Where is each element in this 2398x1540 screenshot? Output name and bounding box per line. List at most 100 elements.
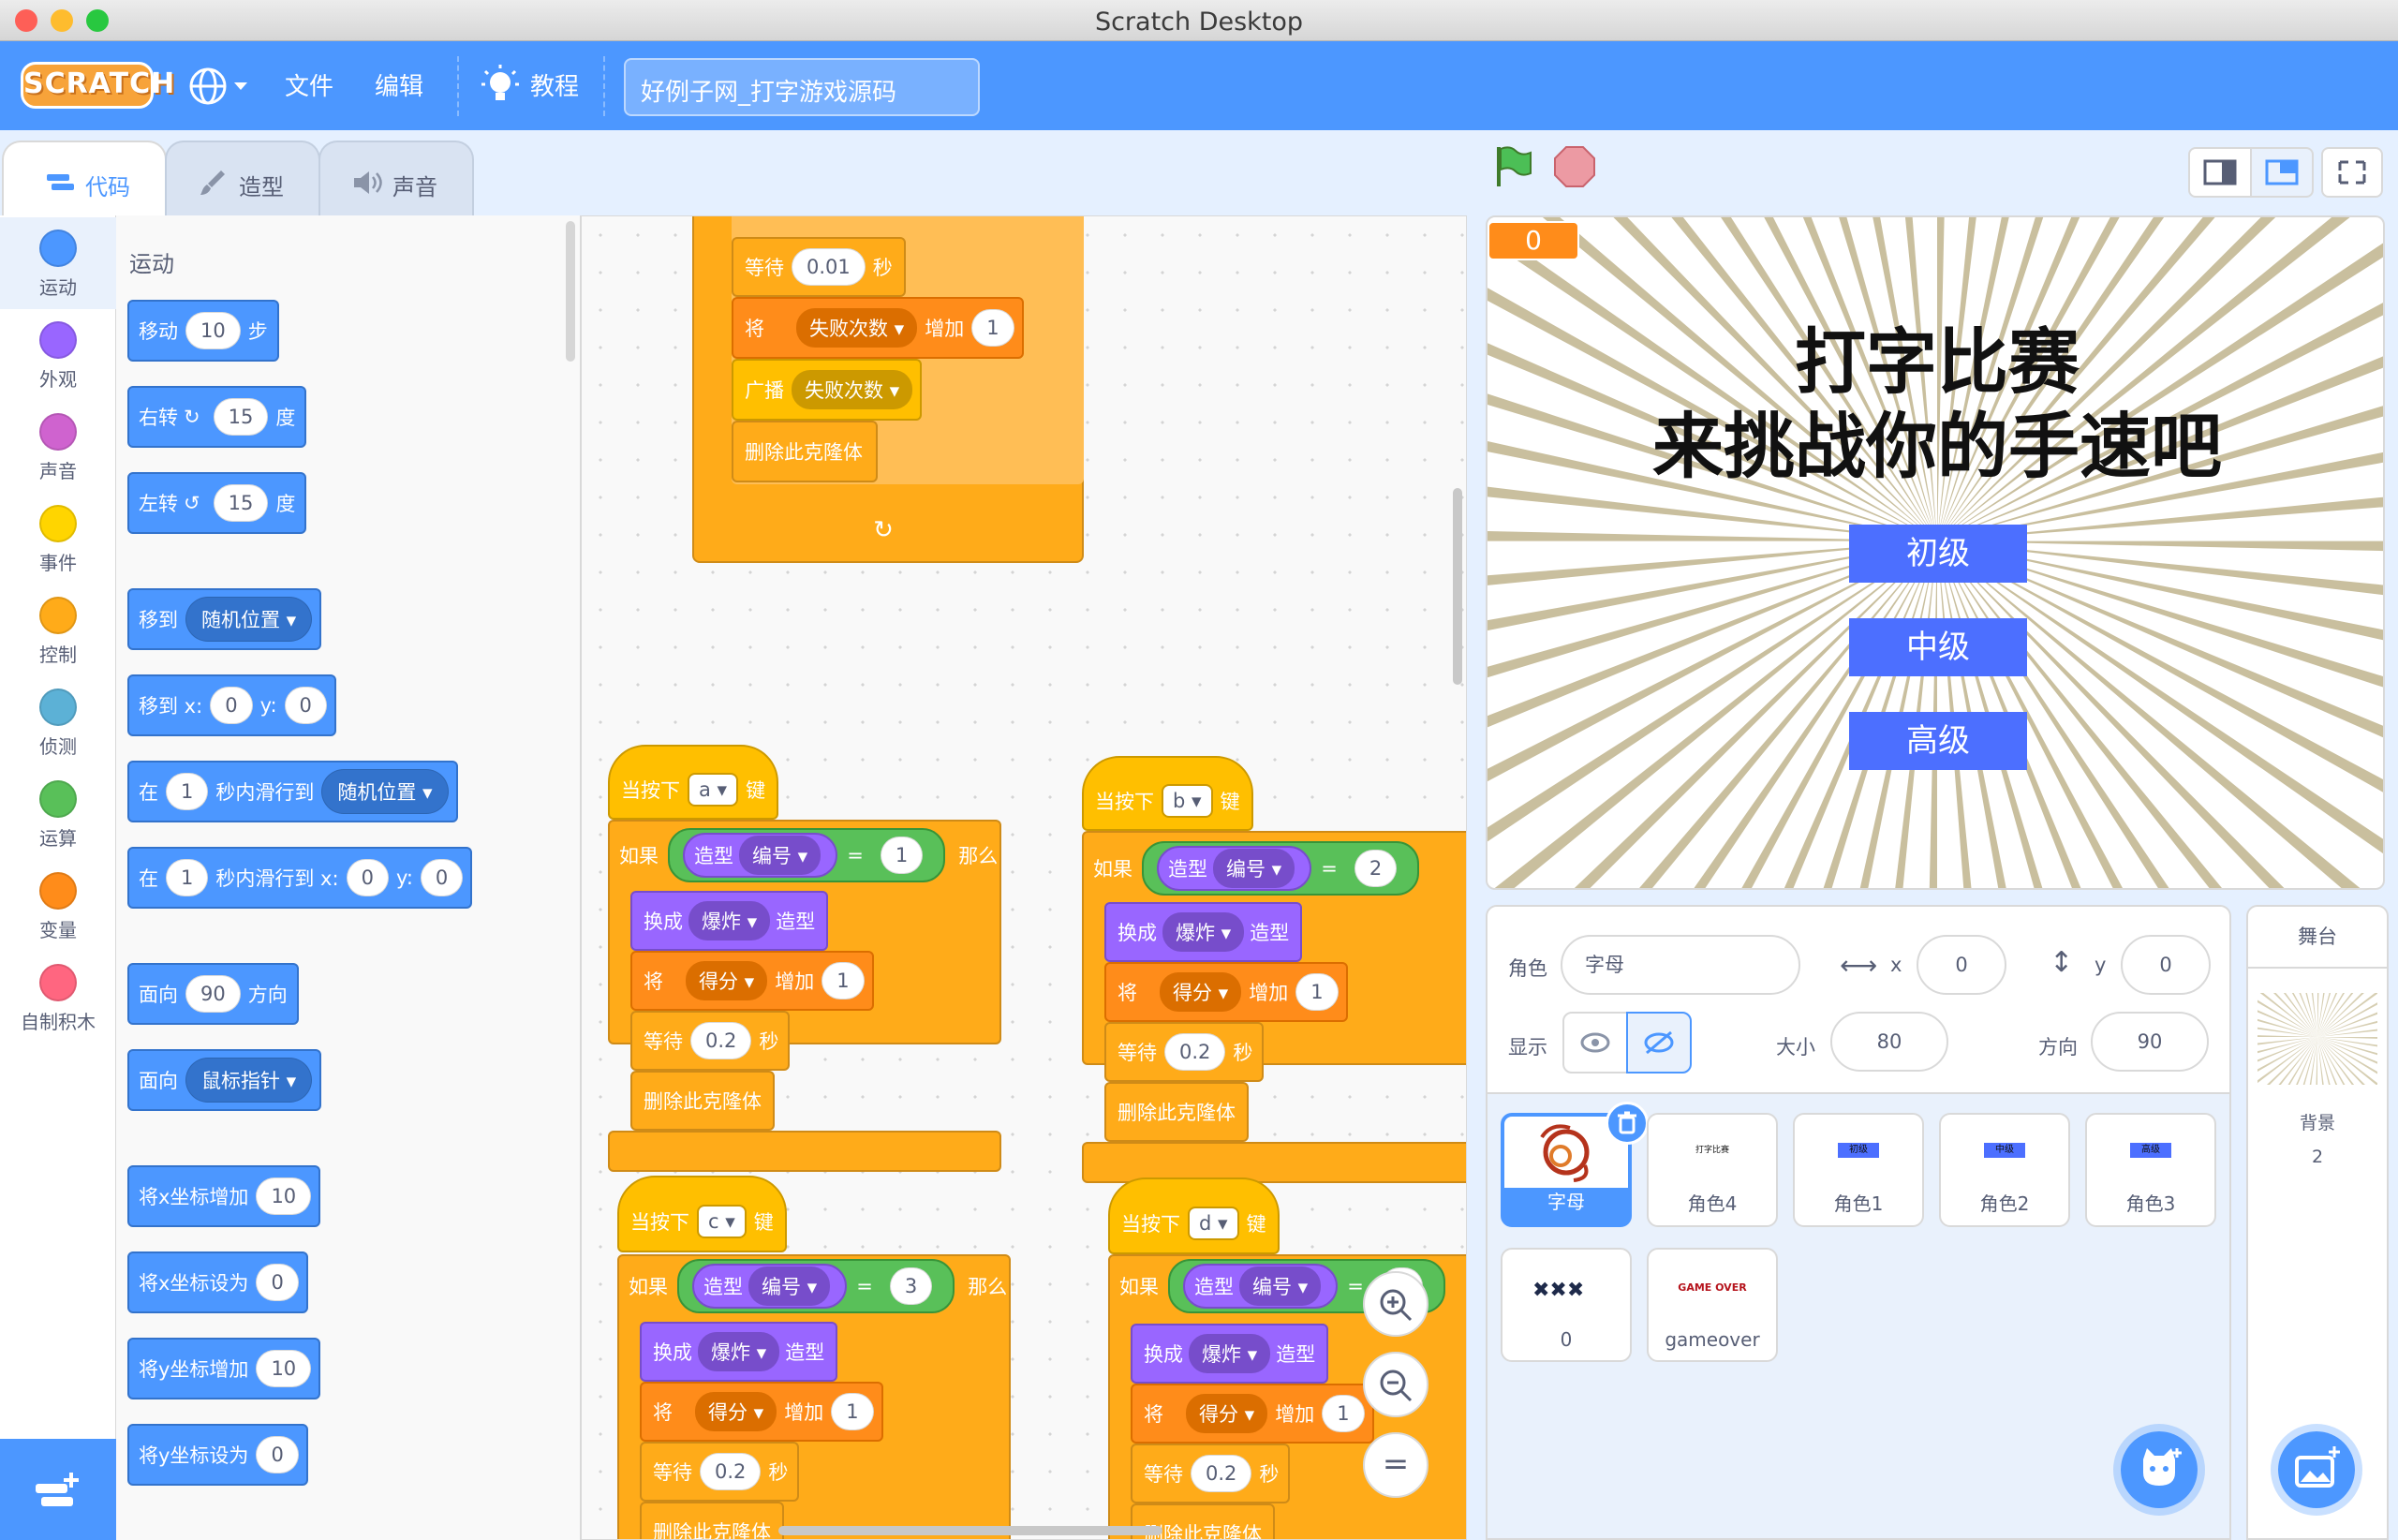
costume-dropdown[interactable]: 爆炸 ▾ bbox=[1189, 1334, 1271, 1373]
costume-dropdown[interactable]: 爆炸 ▾ bbox=[1162, 912, 1245, 952]
costume-attr-dropdown[interactable]: 编号 ▾ bbox=[748, 1266, 831, 1306]
block-delete-clone[interactable]: 删除此克隆体 bbox=[640, 1502, 784, 1539]
equals-operator[interactable]: 造型 编号 ▾ = 2 bbox=[1142, 841, 1420, 896]
value-input[interactable]: 0 bbox=[256, 1264, 299, 1301]
sprite-tile-1[interactable]: 初级 角色1 bbox=[1793, 1113, 1924, 1227]
amount-input[interactable]: 1 bbox=[822, 962, 865, 1000]
category-control[interactable]: 控制 bbox=[0, 585, 116, 676]
block-go-to[interactable]: 移到 随机位置 ▾ bbox=[127, 588, 322, 650]
variable-dropdown[interactable]: 得分 ▾ bbox=[1186, 1394, 1268, 1433]
seconds-input[interactable]: 1 bbox=[166, 773, 209, 810]
sprite-name-input[interactable]: 字母 bbox=[1561, 935, 1800, 995]
seconds-input[interactable]: 0.2 bbox=[700, 1453, 762, 1490]
block-change-score[interactable]: 将得分 ▾ 增加 1 bbox=[630, 951, 874, 1011]
point-target-dropdown[interactable]: 鼠标指针 ▾ bbox=[185, 1058, 313, 1103]
seconds-input[interactable]: 0.01 bbox=[792, 248, 866, 286]
block-change-x[interactable]: 将x坐标增加 10 bbox=[127, 1165, 321, 1227]
block-wait[interactable]: 等待 0.2 秒 bbox=[1104, 1022, 1265, 1082]
stage-canvas[interactable]: 0 打字比赛 来挑战你的手速吧 初级 中级 高级 bbox=[1486, 215, 2385, 890]
direction-input[interactable]: 90 bbox=[2091, 1012, 2209, 1072]
category-sensing[interactable]: 侦测 bbox=[0, 676, 116, 768]
vertical-scrollbar[interactable] bbox=[1453, 488, 1462, 685]
key-dropdown[interactable]: a ▾ bbox=[688, 773, 739, 807]
y-input[interactable]: 0 bbox=[420, 859, 464, 896]
when-key-pressed-d[interactable]: 当按下 d ▾ 键 bbox=[1108, 1177, 1280, 1254]
amount-input[interactable]: 1 bbox=[1295, 973, 1339, 1011]
value-input[interactable]: 10 bbox=[256, 1350, 312, 1387]
category-events[interactable]: 事件 bbox=[0, 493, 116, 585]
level-beginner-button[interactable]: 初级 bbox=[1849, 525, 2027, 583]
language-menu[interactable] bbox=[187, 64, 253, 109]
add-sprite-button[interactable] bbox=[2113, 1424, 2205, 1516]
seconds-input[interactable]: 0.2 bbox=[1191, 1455, 1252, 1492]
category-myblocks[interactable]: 自制积木 bbox=[0, 952, 116, 1044]
x-input[interactable]: 0 bbox=[210, 687, 253, 724]
tutorials-menu[interactable]: 教程 bbox=[480, 60, 583, 112]
key-dropdown[interactable]: b ▾ bbox=[1162, 784, 1213, 818]
variable-dropdown[interactable]: 得分 ▾ bbox=[686, 961, 768, 1000]
y-position-input[interactable]: 0 bbox=[2121, 935, 2211, 995]
script-workspace[interactable]: 等待 0.01 秒 将失败次数 ▾ 增加 1 广播 失败次数 ▾ 删除此克隆体 ↻ 当按下… bbox=[581, 215, 1467, 1540]
tab-code[interactable]: 代码 bbox=[2, 141, 167, 215]
seconds-input[interactable]: 0.2 bbox=[1164, 1033, 1226, 1071]
costume-attr-dropdown[interactable]: 编号 ▾ bbox=[739, 836, 822, 875]
x-input[interactable]: 0 bbox=[346, 859, 389, 896]
block-change-y[interactable]: 将y坐标增加 10 bbox=[127, 1338, 321, 1399]
block-set-x[interactable]: 将x坐标设为 0 bbox=[127, 1251, 308, 1313]
message-dropdown[interactable]: 失败次数 ▾ bbox=[792, 370, 913, 409]
variable-dropdown[interactable]: 得分 ▾ bbox=[1160, 972, 1242, 1012]
block-delete-clone[interactable]: 删除此克隆体 bbox=[1104, 1082, 1249, 1142]
block-wait[interactable]: 等待 0.2 秒 bbox=[1131, 1444, 1291, 1503]
block-switch-costume[interactable]: 换成 爆炸 ▾ 造型 bbox=[630, 891, 829, 951]
size-input[interactable]: 80 bbox=[1830, 1012, 1948, 1072]
fullscreen-button[interactable] bbox=[2321, 147, 2383, 198]
block-broadcast[interactable]: 广播 失败次数 ▾ bbox=[732, 359, 923, 421]
seconds-input[interactable]: 0.2 bbox=[690, 1022, 752, 1059]
block-change-score[interactable]: 将得分 ▾ 增加 1 bbox=[1131, 1384, 1374, 1444]
zoom-in-button[interactable] bbox=[1363, 1271, 1428, 1337]
direction-input[interactable]: 90 bbox=[185, 975, 241, 1013]
block-switch-costume[interactable]: 换成 爆炸 ▾ 造型 bbox=[1131, 1324, 1329, 1384]
sprite-tile-gameover[interactable]: GAME OVER gameover bbox=[1647, 1248, 1778, 1362]
category-sound[interactable]: 声音 bbox=[0, 401, 116, 493]
glide-target-dropdown[interactable]: 随机位置 ▾ bbox=[321, 769, 449, 814]
block-switch-costume[interactable]: 换成 爆炸 ▾ 造型 bbox=[1104, 902, 1303, 962]
palette-scrollbar[interactable] bbox=[566, 221, 575, 362]
zoom-out-button[interactable] bbox=[1363, 1352, 1428, 1417]
equals-operator[interactable]: 造型 编号 ▾ = 3 bbox=[677, 1259, 955, 1313]
block-glide-xy[interactable]: 在 1 秒内滑行到 x: 0 y: 0 bbox=[127, 847, 473, 909]
number-input[interactable]: 2 bbox=[1354, 850, 1398, 887]
amount-input[interactable]: 1 bbox=[971, 309, 1014, 347]
costume-reporter[interactable]: 造型 编号 ▾ bbox=[1157, 846, 1312, 891]
sprite-tile-3[interactable]: 高级 角色3 bbox=[2085, 1113, 2216, 1227]
block-turn-right[interactable]: 右转 ↻ 15 度 bbox=[127, 386, 307, 448]
number-input[interactable]: 1 bbox=[880, 837, 924, 874]
category-operators[interactable]: 运算 bbox=[0, 768, 116, 860]
file-menu[interactable]: 文件 bbox=[285, 67, 333, 102]
tab-sounds[interactable]: 声音 bbox=[318, 141, 474, 215]
costume-dropdown[interactable]: 爆炸 ▾ bbox=[688, 901, 771, 940]
block-change-variable[interactable]: 将 失败次数 ▾ 增加 1 bbox=[732, 297, 1024, 359]
sprite-tile-2[interactable]: 中级 角色2 bbox=[1939, 1113, 2070, 1227]
tab-costumes[interactable]: 造型 bbox=[165, 141, 320, 215]
key-dropdown[interactable]: d ▾ bbox=[1188, 1207, 1239, 1240]
large-stage-button[interactable] bbox=[2250, 147, 2314, 198]
sprite-tile-0[interactable]: ✖✖✖ 0 bbox=[1501, 1248, 1632, 1362]
costume-reporter[interactable]: 造型 编号 ▾ bbox=[1183, 1264, 1339, 1309]
block-set-y[interactable]: 将y坐标设为 0 bbox=[127, 1424, 308, 1486]
equals-operator[interactable]: 造型 编号 ▾ = 1 bbox=[668, 828, 946, 882]
category-motion[interactable]: 运动 bbox=[0, 217, 116, 309]
block-wait[interactable]: 等待 0.01 秒 bbox=[732, 237, 906, 297]
add-extension-button[interactable] bbox=[0, 1439, 116, 1540]
amount-input[interactable]: 1 bbox=[1322, 1395, 1365, 1432]
seconds-input[interactable]: 1 bbox=[166, 859, 209, 896]
when-key-pressed-c[interactable]: 当按下 c ▾ 键 bbox=[617, 1176, 787, 1252]
costume-attr-dropdown[interactable]: 编号 ▾ bbox=[1239, 1266, 1322, 1306]
block-go-to-xy[interactable]: 移到 x: 0 y: 0 bbox=[127, 674, 336, 736]
block-change-score[interactable]: 将得分 ▾ 增加 1 bbox=[1104, 962, 1348, 1022]
block-glide[interactable]: 在 1 秒内滑行到 随机位置 ▾ bbox=[127, 761, 458, 822]
x-position-input[interactable]: 0 bbox=[1917, 935, 2006, 995]
show-sprite-button[interactable] bbox=[1562, 1012, 1628, 1074]
horizontal-scrollbar[interactable] bbox=[778, 1526, 1162, 1535]
costume-reporter[interactable]: 造型 编号 ▾ bbox=[683, 833, 838, 878]
